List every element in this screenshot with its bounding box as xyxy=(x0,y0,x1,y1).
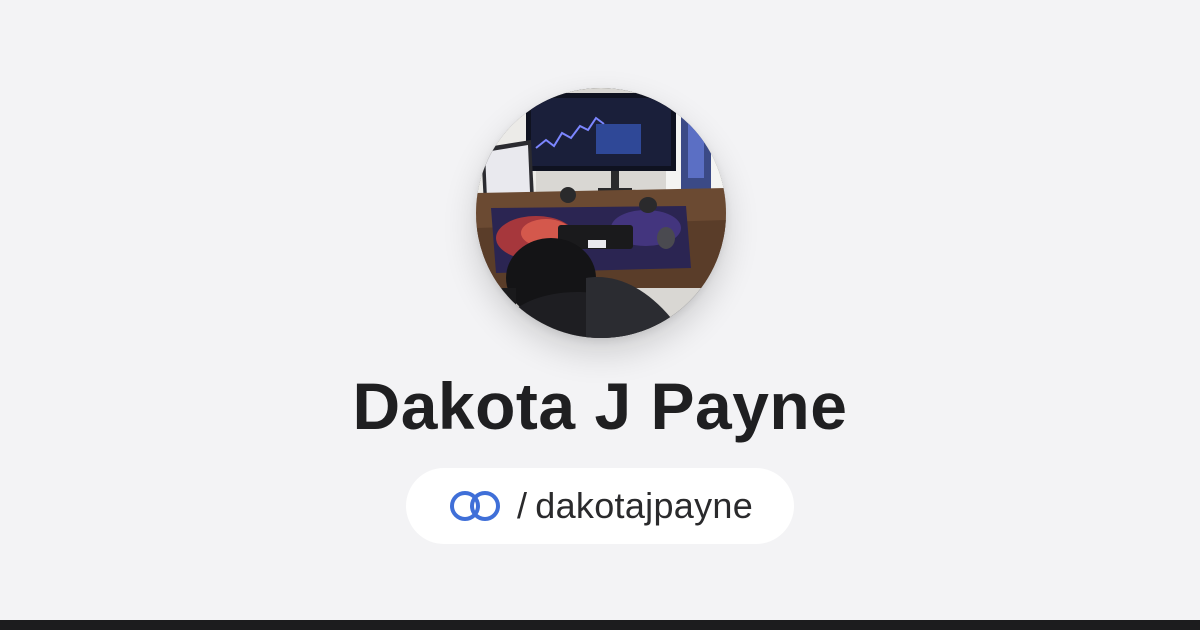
handle-separator: / xyxy=(516,485,528,526)
avatar xyxy=(476,88,726,338)
avatar-photo xyxy=(476,88,726,338)
linked-rings-icon xyxy=(447,489,503,523)
profile-handle: dakotajpayne xyxy=(535,485,754,526)
profile-card: Dakota J Payne / dakotajpayne xyxy=(0,0,1200,620)
profile-name: Dakota J Payne xyxy=(352,369,848,443)
bottom-bar xyxy=(0,620,1200,630)
profile-handle-link[interactable]: / dakotajpayne xyxy=(406,468,794,544)
